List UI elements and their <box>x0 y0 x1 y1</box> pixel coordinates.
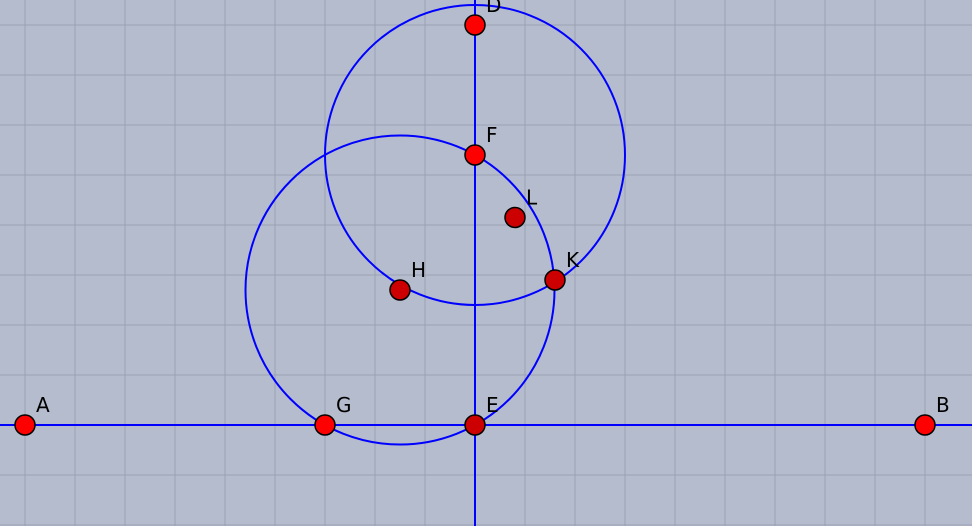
point-k-label: K <box>566 248 580 272</box>
point-a-marker[interactable] <box>14 414 36 436</box>
grid <box>0 0 972 526</box>
geometry-board[interactable]: A B D E F G H K L <box>0 0 972 526</box>
point-b-marker[interactable] <box>914 414 936 436</box>
point-b-label: B <box>936 393 950 417</box>
point-l-label: L <box>526 186 538 210</box>
point-e[interactable]: E <box>464 393 499 436</box>
point-a[interactable]: A <box>14 393 50 436</box>
point-g-label: G <box>336 393 352 417</box>
point-d-label: D <box>486 0 501 17</box>
point-f-marker[interactable] <box>464 144 486 166</box>
point-g-marker[interactable] <box>314 414 336 436</box>
point-f[interactable]: F <box>464 123 498 166</box>
point-d-marker[interactable] <box>464 14 486 36</box>
geometry-canvas[interactable]: A B D E F G H K L <box>0 0 972 526</box>
point-b[interactable]: B <box>914 393 950 436</box>
point-g[interactable]: G <box>314 393 352 436</box>
point-l-marker[interactable] <box>504 206 526 229</box>
point-l[interactable]: L <box>504 186 538 229</box>
point-e-label: E <box>486 393 499 417</box>
lines-layer <box>0 0 972 526</box>
point-f-label: F <box>486 123 498 147</box>
point-h-label: H <box>411 258 426 282</box>
point-k-marker[interactable] <box>544 269 566 291</box>
point-e-marker[interactable] <box>464 414 486 436</box>
point-a-label: A <box>36 393 50 417</box>
points-layer: A B D E F G H K L <box>14 0 950 436</box>
point-h-marker[interactable] <box>389 279 411 301</box>
point-h[interactable]: H <box>389 258 426 301</box>
